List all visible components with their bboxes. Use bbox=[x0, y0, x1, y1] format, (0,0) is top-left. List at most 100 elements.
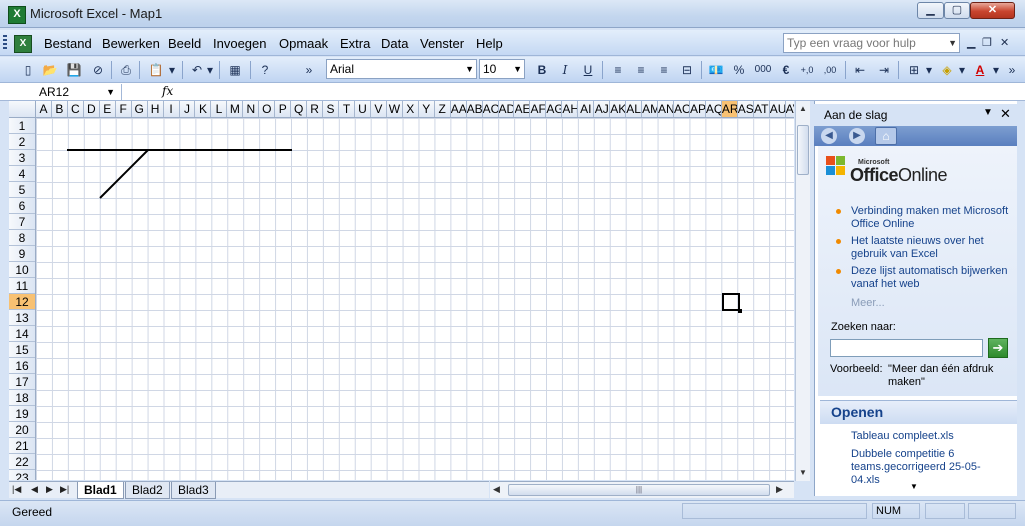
row-header[interactable]: 12 bbox=[9, 294, 35, 310]
row-header[interactable]: 11 bbox=[9, 278, 35, 294]
scroll-left-icon[interactable]: ◀ bbox=[493, 484, 500, 495]
horizontal-scroll-thumb[interactable]: ||| bbox=[508, 484, 770, 496]
column-header[interactable]: AR bbox=[721, 101, 738, 117]
row-header[interactable]: 16 bbox=[9, 358, 35, 374]
column-header[interactable]: G bbox=[132, 101, 148, 117]
row-header[interactable]: 3 bbox=[9, 150, 35, 166]
scroll-down-icon[interactable]: ▼ bbox=[799, 468, 807, 477]
column-header[interactable]: K bbox=[196, 101, 212, 117]
borders-icon[interactable]: ⊞ bbox=[905, 61, 923, 79]
column-header[interactable]: P bbox=[275, 101, 292, 117]
column-header[interactable]: AV bbox=[786, 101, 794, 117]
column-header[interactable]: Z bbox=[435, 101, 451, 117]
column-header[interactable]: E bbox=[100, 101, 116, 117]
help-icon[interactable]: ? bbox=[256, 61, 274, 79]
row-header[interactable]: 22 bbox=[9, 454, 35, 470]
column-header[interactable]: O bbox=[259, 101, 276, 117]
column-header[interactable]: D bbox=[84, 101, 100, 117]
column-header[interactable]: M bbox=[227, 101, 244, 117]
new-document-icon[interactable]: ▯ bbox=[19, 61, 37, 79]
help-search-input[interactable]: Typ een vraag voor hulp ▼ bbox=[783, 33, 960, 53]
euro-button[interactable]: € bbox=[777, 61, 795, 79]
row-header[interactable]: 13 bbox=[9, 310, 35, 326]
chevron-down-icon[interactable]: ▼ bbox=[983, 107, 993, 118]
font-size-select[interactable]: 10 ▼ bbox=[479, 59, 525, 79]
menu-extra[interactable]: Extra bbox=[340, 36, 370, 51]
close-button[interactable]: ✕ bbox=[970, 2, 1015, 19]
sheet-tab-blad1[interactable]: Blad1 bbox=[77, 482, 124, 499]
column-header[interactable]: L bbox=[211, 101, 228, 117]
forward-icon[interactable]: ▶ bbox=[849, 128, 865, 144]
menu-bestand[interactable]: Bestand bbox=[44, 36, 92, 51]
print-icon[interactable]: ⎙ bbox=[117, 61, 135, 79]
menu-beeld[interactable]: Beeld bbox=[168, 36, 201, 51]
row-header[interactable]: 21 bbox=[9, 438, 35, 454]
row-header[interactable]: 2 bbox=[9, 134, 35, 150]
font-color-icon[interactable]: A bbox=[971, 61, 989, 79]
column-header[interactable]: AK bbox=[610, 101, 627, 117]
column-header[interactable]: AE bbox=[515, 101, 531, 117]
column-header[interactable]: AH bbox=[562, 101, 579, 117]
scroll-up-icon[interactable]: ▲ bbox=[799, 104, 807, 113]
toolbar-options-icon[interactable]: » bbox=[303, 61, 315, 79]
scroll-right-icon[interactable]: ▶ bbox=[776, 484, 783, 495]
sheet-tab-blad2[interactable]: Blad2 bbox=[125, 482, 170, 499]
row-header[interactable]: 7 bbox=[9, 214, 35, 230]
menu-grip[interactable] bbox=[3, 35, 7, 51]
chevron-down-icon[interactable]: ▾ bbox=[167, 61, 177, 79]
percent-style-button[interactable]: % bbox=[730, 61, 748, 79]
column-header[interactable]: AB bbox=[467, 101, 483, 117]
menu-invoegen[interactable]: Invoegen bbox=[213, 36, 267, 51]
toolbar-options-icon[interactable]: » bbox=[1006, 61, 1018, 79]
paste-icon[interactable]: 📋 bbox=[147, 61, 165, 79]
row-header[interactable]: 20 bbox=[9, 422, 35, 438]
increase-decimal-icon[interactable]: +,0 bbox=[798, 61, 816, 79]
italic-button[interactable]: I bbox=[556, 61, 574, 79]
column-header[interactable]: X bbox=[403, 101, 419, 117]
font-name-select[interactable]: Arial ▼ bbox=[326, 59, 477, 79]
row-header[interactable]: 19 bbox=[9, 406, 35, 422]
vertical-scroll-thumb[interactable] bbox=[797, 125, 809, 175]
align-left-icon[interactable]: ≡ bbox=[609, 61, 627, 79]
sheet-tab-blad3[interactable]: Blad3 bbox=[171, 482, 216, 499]
column-header[interactable]: AO bbox=[674, 101, 690, 117]
menu-opmaak[interactable]: Opmaak bbox=[279, 36, 328, 51]
merge-center-icon[interactable]: ⊟ bbox=[678, 61, 696, 79]
menu-bewerken[interactable]: Bewerken bbox=[102, 36, 160, 51]
more-link[interactable]: Meer... bbox=[851, 297, 885, 309]
chevron-down-icon[interactable]: ▼ bbox=[106, 84, 115, 100]
insert-function-button[interactable]: fx bbox=[162, 84, 173, 98]
minimize-button[interactable]: ▁ bbox=[917, 2, 944, 19]
column-header[interactable]: AS bbox=[738, 101, 754, 117]
column-header[interactable]: Y bbox=[419, 101, 435, 117]
column-header[interactable]: AC bbox=[483, 101, 499, 117]
column-header[interactable]: AQ bbox=[706, 101, 722, 117]
row-header[interactable]: 6 bbox=[9, 198, 35, 214]
row-header[interactable]: 8 bbox=[9, 230, 35, 246]
link-auto-update[interactable]: Deze lijst automatisch bijwerken vanaf h… bbox=[851, 265, 1009, 291]
column-header[interactable]: F bbox=[116, 101, 132, 117]
permission-icon[interactable]: ⊘ bbox=[89, 61, 107, 79]
column-header[interactable]: AM bbox=[642, 101, 659, 117]
column-header[interactable]: W bbox=[387, 101, 403, 117]
column-header[interactable]: R bbox=[307, 101, 324, 117]
column-header[interactable]: J bbox=[180, 101, 196, 117]
vertical-scrollbar[interactable]: ▲ ▼ bbox=[795, 101, 810, 481]
row-header[interactable]: 17 bbox=[9, 374, 35, 390]
column-header[interactable]: V bbox=[371, 101, 387, 117]
horizontal-scrollbar[interactable]: ◀ ||| ▶ bbox=[490, 481, 794, 498]
next-sheet-icon[interactable]: ▶ bbox=[46, 484, 53, 495]
select-all-corner[interactable] bbox=[9, 101, 36, 118]
thousands-style-button[interactable]: 000 bbox=[751, 61, 775, 79]
align-right-icon[interactable]: ≡ bbox=[655, 61, 673, 79]
chevron-down-icon[interactable]: ▼ bbox=[465, 60, 474, 78]
save-icon[interactable]: 💾 bbox=[65, 61, 83, 79]
scroll-down-icon[interactable]: ▼ bbox=[910, 482, 918, 491]
doc-restore-button[interactable]: ❐ bbox=[982, 36, 992, 49]
column-header[interactable]: H bbox=[148, 101, 164, 117]
column-header[interactable]: AG bbox=[546, 101, 563, 117]
chevron-down-icon[interactable]: ▾ bbox=[991, 61, 1001, 79]
back-icon[interactable]: ◀ bbox=[821, 128, 837, 144]
undo-icon[interactable]: ↶ bbox=[188, 61, 206, 79]
row-header[interactable]: 1 bbox=[9, 118, 35, 134]
